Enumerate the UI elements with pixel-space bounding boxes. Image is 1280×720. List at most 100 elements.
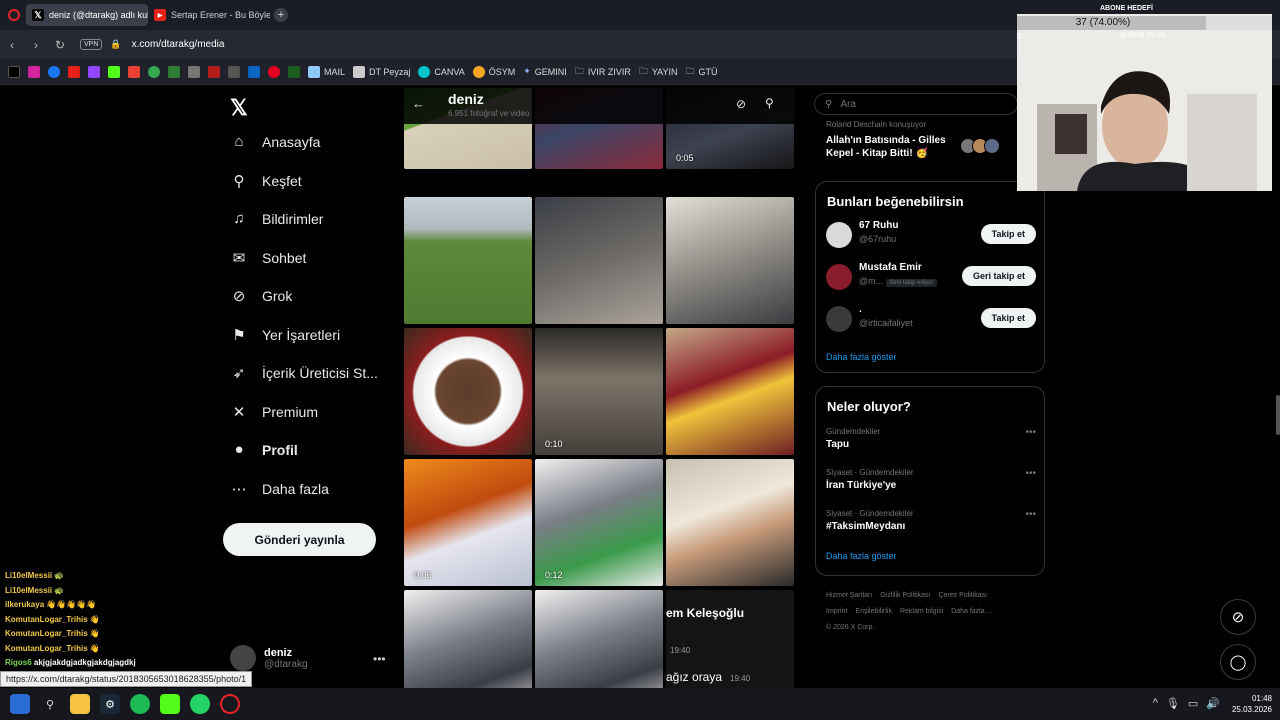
kick-app-icon[interactable]	[160, 694, 180, 714]
back-arrow-icon[interactable]: ←	[412, 96, 425, 111]
nav-item-daha-fazla[interactable]: ⋯ Daha fazla	[230, 480, 329, 498]
link-bookmark-icon[interactable]	[188, 65, 200, 78]
bookmark-icon[interactable]	[228, 65, 240, 78]
back-icon[interactable]: ‹	[0, 38, 24, 52]
windows-start-icon[interactable]	[10, 694, 30, 714]
youtube-bookmark-icon[interactable]	[68, 65, 80, 78]
nav-item-yer-i-şaretleri[interactable]: ⚑ Yer İşaretleri	[230, 326, 340, 344]
vpn-badge[interactable]: VPN	[80, 39, 103, 50]
search-input[interactable]: ⚲ Ara	[814, 93, 1018, 115]
media-thumbnail[interactable]: 0:12	[535, 459, 663, 586]
nav-item-profil[interactable]: ● Profil	[230, 441, 297, 458]
network-icon[interactable]: ▭	[1188, 697, 1198, 710]
account-switcher[interactable]: deniz @dtarakg	[230, 645, 308, 671]
lock-icon[interactable]: 🔒	[110, 39, 121, 50]
media-thumbnail[interactable]	[404, 197, 532, 324]
microphone-icon[interactable]: 🎙	[1166, 697, 1180, 710]
instagram-bookmark-icon[interactable]	[28, 65, 40, 78]
spotify-icon[interactable]	[130, 694, 150, 714]
system-clock[interactable]: 01:48 25.03.2026	[1232, 693, 1272, 715]
media-thumbnail[interactable]	[404, 590, 532, 688]
red-bookmark-icon[interactable]	[208, 65, 220, 78]
facebook-bookmark-icon[interactable]	[48, 65, 60, 78]
bookmark-folder-yayin[interactable]: 🗀 YAYIN	[639, 64, 678, 80]
nav-item-i-çerik-üreticisi-st-[interactable]: ➶ İçerik Üreticisi St...	[230, 364, 378, 382]
media-thumbnail[interactable]	[666, 459, 794, 586]
more-options-icon[interactable]: •••	[1025, 509, 1036, 520]
footer-link[interactable]: Çerez Politikası	[938, 592, 987, 599]
pinterest-bookmark-icon[interactable]	[268, 65, 280, 78]
media-chat-screenshot[interactable]: em Keleşoğlu 19:40 ağız oraya 19:40	[666, 590, 794, 688]
suggestion-1[interactable]: Mustafa Emir @m... Seni takip ediyor Geri t…	[826, 262, 1036, 292]
volume-icon[interactable]: 🔊	[1206, 697, 1220, 710]
gmail-bookmark-icon[interactable]	[128, 65, 140, 78]
x-logo-icon[interactable]: 𝕏	[230, 95, 248, 121]
show-more-link[interactable]: Daha fazla göster	[826, 352, 897, 362]
follow-back-button[interactable]: Geri takip et	[961, 266, 1036, 286]
opera-icon[interactable]	[220, 694, 240, 714]
forward-icon[interactable]: ›	[24, 38, 48, 52]
post-button[interactable]: Gönderi yayınla	[223, 523, 376, 556]
maps-bookmark-icon[interactable]	[148, 65, 160, 78]
more-options-icon[interactable]: •••	[1025, 427, 1036, 438]
file-explorer-icon[interactable]	[70, 694, 90, 714]
nav-item-bildirimler[interactable]: ♫ Bildirimler	[230, 210, 323, 227]
messages-fab[interactable]: ◯	[1220, 644, 1256, 680]
media-thumbnail[interactable]	[535, 590, 663, 688]
more-options-icon[interactable]: •••	[1025, 468, 1036, 479]
search-icon[interactable]: ⚲	[40, 694, 60, 714]
suggestion-2[interactable]: . @irticaifaliyet Takip et	[826, 304, 1036, 334]
tab-youtube[interactable]: ▶ Sertap Erener - Bu Böyle (Officia	[148, 4, 270, 26]
suggestion-0[interactable]: 67 Ruhu @67ruhu Takip et	[826, 220, 1036, 250]
trend-item[interactable]: Siyaset · Gündemdekiler #TaksimMeydanı •••	[826, 509, 1036, 532]
bookmark-canva[interactable]: CANVA	[418, 65, 465, 78]
footer-link[interactable]: Hizmet Şartları	[826, 592, 872, 599]
more-options-icon[interactable]: •••	[373, 652, 386, 666]
bookmark-mail[interactable]: MAIL	[308, 65, 345, 78]
follow-button[interactable]: Takip et	[980, 224, 1036, 244]
nav-item-grok[interactable]: ⊘ Grok	[230, 287, 293, 305]
bookmark-osym[interactable]: ÖSYM	[472, 65, 515, 78]
footer-link[interactable]: Gizlilik Politikası	[880, 592, 930, 599]
linkedin-bookmark-icon[interactable]	[248, 65, 260, 78]
reload-icon[interactable]: ↻	[48, 38, 72, 52]
footer-link[interactable]: Erişilebilirlik	[855, 608, 892, 615]
nav-item-premium[interactable]: ✕ Premium	[230, 403, 318, 421]
trend-item[interactable]: Gündemdekiler Tapu •••	[826, 427, 1036, 450]
nav-item-keşfet[interactable]: ⚲ Keşfet	[230, 172, 302, 190]
x-bookmark-icon[interactable]	[8, 65, 20, 78]
twitch-bookmark-icon[interactable]	[88, 65, 100, 78]
media-thumbnail[interactable]: 0:10	[535, 328, 663, 455]
show-more-link[interactable]: Daha fazla göster	[826, 551, 897, 561]
scrollbar[interactable]	[1276, 395, 1280, 435]
media-thumbnail[interactable]: 0:06	[404, 459, 532, 586]
new-tab-button[interactable]: +	[274, 8, 288, 22]
footer-link[interactable]: Reklam bilgisi	[900, 608, 943, 615]
grok-icon[interactable]: ⊘	[736, 97, 746, 111]
media-thumbnail[interactable]	[666, 197, 794, 324]
steam-icon[interactable]: ⚙	[100, 694, 120, 714]
nav-item-sohbet[interactable]: ✉ Sohbet	[230, 249, 307, 267]
bookmark-dt-peyzaj[interactable]: DT Peyzaj	[353, 65, 410, 78]
bookmark-gemini[interactable]: ✦ GEMINI	[523, 66, 567, 77]
url-field[interactable]: x.com/dtarakg/media	[132, 39, 225, 50]
tab-x-profile[interactable]: 𝕏 deniz (@dtarakg) adlı kullanıcı	[26, 4, 148, 26]
opera-logo-icon[interactable]	[8, 9, 20, 21]
kick-bookmark-icon[interactable]	[108, 65, 120, 78]
trend-item[interactable]: Siyaset · Gündemdekiler İran Türkiye'ye ••…	[826, 468, 1036, 491]
follow-button[interactable]: Takip et	[980, 308, 1036, 328]
media-thumbnail[interactable]	[535, 197, 663, 324]
footer-link[interactable]: Imprint	[826, 608, 847, 615]
bookmark-folder-ivir-zivir[interactable]: 🗀 IVIR ZIVIR	[575, 64, 631, 80]
media-thumbnail[interactable]	[666, 328, 794, 455]
bookmark-folder-gtu[interactable]: 🗀 GTÜ	[686, 64, 718, 80]
whatsapp-icon[interactable]	[190, 694, 210, 714]
media-thumbnail[interactable]	[404, 328, 532, 455]
search-icon[interactable]: ⚲	[765, 96, 774, 110]
nav-item-anasayfa[interactable]: ⌂ Anasayfa	[230, 133, 320, 150]
chevron-up-icon[interactable]: ^	[1153, 697, 1158, 710]
footer-link[interactable]: Daha fazla ...	[951, 608, 992, 615]
green-bookmark-icon[interactable]	[288, 65, 300, 78]
finance-bookmark-icon[interactable]	[168, 65, 180, 78]
grok-fab[interactable]: ⊘	[1220, 599, 1256, 635]
